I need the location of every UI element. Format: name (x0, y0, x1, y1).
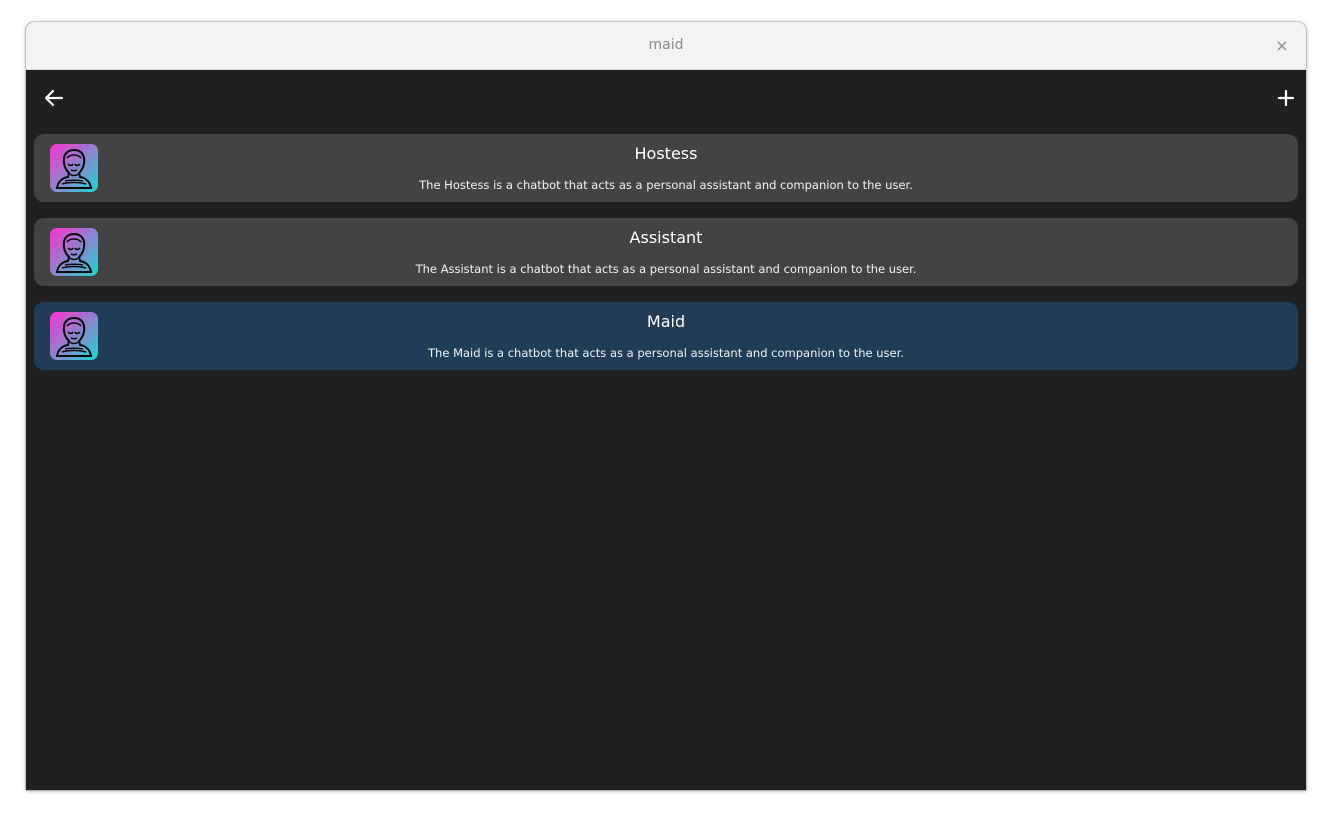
arrow-left-icon (44, 89, 64, 107)
character-card-maid[interactable]: Maid The Maid is a chatbot that acts as … (34, 302, 1298, 370)
app-window: maid × Hostess The Hostess is a chatbot … (26, 22, 1306, 790)
character-name: Maid (646, 312, 686, 331)
character-description: The Assistant is a chatbot that acts as … (415, 262, 917, 276)
add-character-button[interactable] (1273, 85, 1299, 111)
character-browser: Hostess The Hostess is a chatbot that ac… (26, 70, 1306, 790)
plus-icon (1277, 89, 1295, 107)
character-description: The Maid is a chatbot that acts as a per… (428, 346, 904, 360)
toolbar (26, 70, 1306, 126)
character-name: Hostess (634, 144, 698, 163)
close-button[interactable]: × (1270, 34, 1294, 58)
window-title: maid (648, 37, 684, 53)
character-card-hostess[interactable]: Hostess The Hostess is a chatbot that ac… (34, 134, 1298, 202)
title-bar: maid × (26, 22, 1306, 70)
character-card-assistant[interactable]: Assistant The Assistant is a chatbot tha… (34, 218, 1298, 286)
character-description: The Hostess is a chatbot that acts as a … (419, 178, 913, 192)
back-button[interactable] (41, 85, 67, 111)
character-name: Assistant (629, 228, 703, 247)
character-list: Hostess The Hostess is a chatbot that ac… (34, 134, 1298, 386)
